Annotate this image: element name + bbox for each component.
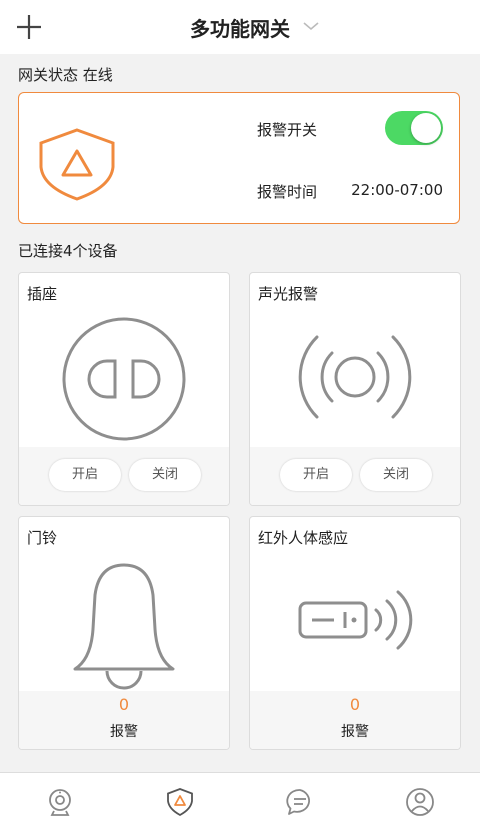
socket-icon (62, 317, 186, 441)
device-name: 插座 (27, 285, 58, 303)
chat-icon[interactable] (285, 787, 315, 817)
motion-sensor-icon (298, 590, 413, 650)
device-status: 0 报警 (19, 691, 229, 749)
device-status: 0 报警 (250, 691, 460, 749)
bottom-tab-bar (0, 772, 480, 831)
alarm-count: 0 (349, 695, 361, 714)
device-controls: 开启 关闭 (19, 447, 229, 505)
alarm-toggle[interactable] (385, 111, 443, 145)
alarm-switch-label: 报警开关 (257, 121, 318, 139)
toggle-knob (411, 113, 441, 143)
device-card-motion-sensor[interactable]: 红外人体感应 0 报警 (249, 516, 461, 750)
shield-alert-icon (39, 128, 115, 201)
device-card-siren[interactable]: 声光报警 开启 关闭 (249, 272, 461, 506)
socket-off-button[interactable]: 关闭 (129, 459, 201, 491)
device-name: 门铃 (27, 529, 58, 547)
bell-icon (73, 563, 175, 690)
socket-on-button[interactable]: 开启 (49, 459, 121, 491)
siren-on-button[interactable]: 开启 (280, 459, 352, 491)
chevron-down-icon[interactable] (302, 20, 320, 32)
user-icon[interactable] (405, 787, 435, 817)
alarm-time-value[interactable]: 22:00-07:00 (351, 181, 443, 199)
alarm-count: 0 (118, 695, 130, 714)
siren-icon (298, 335, 412, 419)
page-title[interactable]: 多功能网关 (0, 13, 480, 42)
camera-icon[interactable] (45, 787, 75, 817)
device-controls: 开启 关闭 (250, 447, 460, 505)
siren-off-button[interactable]: 关闭 (360, 459, 432, 491)
gateway-status-card: 报警开关 报警时间 22:00-07:00 (18, 92, 460, 224)
device-name: 声光报警 (258, 285, 319, 303)
device-card-socket[interactable]: 插座 开启 关闭 (18, 272, 230, 506)
top-bar: 多功能网关 (0, 0, 480, 54)
device-card-doorbell[interactable]: 门铃 0 报警 (18, 516, 230, 750)
shield-alert-icon[interactable] (165, 787, 195, 817)
alarm-count-label: 报警 (341, 724, 369, 740)
device-name: 红外人体感应 (258, 529, 349, 547)
alarm-count-label: 报警 (110, 724, 138, 740)
gateway-status-label: 网关状态 在线 (18, 66, 113, 84)
connected-devices-label: 已连接4个设备 (18, 242, 118, 260)
alarm-time-label: 报警时间 (257, 183, 318, 201)
